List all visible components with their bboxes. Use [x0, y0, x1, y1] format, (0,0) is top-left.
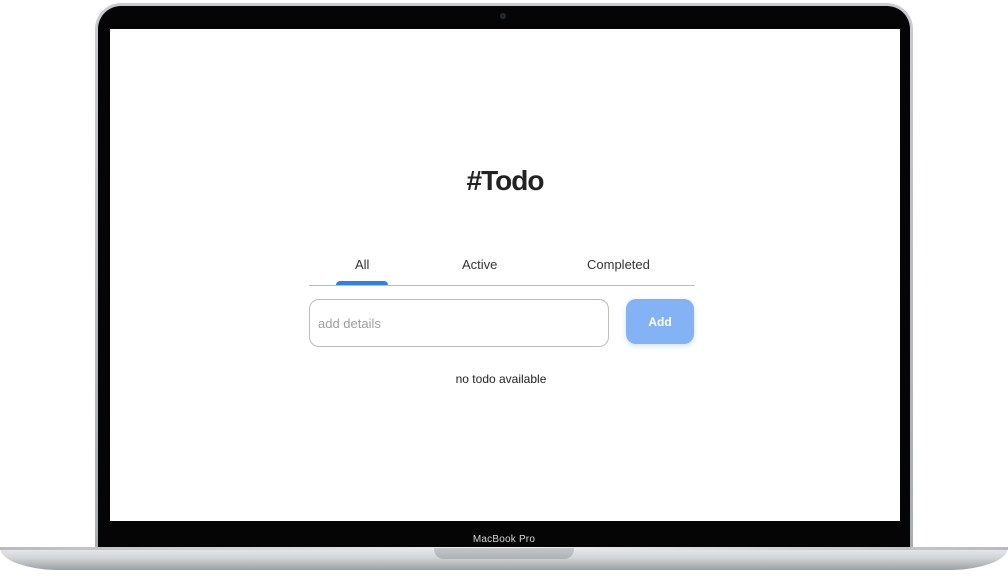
laptop-mockup: #Todo All Active Completed Add no todo a… — [0, 0, 1008, 581]
add-button[interactable]: Add — [626, 299, 694, 344]
device-model-label: MacBook Pro — [472, 534, 536, 545]
todo-details-input[interactable] — [309, 299, 609, 347]
empty-state-message: no todo available — [455, 372, 547, 386]
filter-tabs: All Active Completed — [309, 251, 695, 286]
tab-active[interactable]: Active — [462, 257, 497, 272]
camera-icon — [500, 13, 506, 19]
page-title: #Todo — [466, 165, 545, 196]
selected-tab-indicator — [336, 281, 388, 285]
todo-app-window: #Todo All Active Completed Add no todo a… — [110, 29, 900, 521]
tab-all[interactable]: All — [355, 257, 369, 272]
laptop-notch — [434, 548, 574, 559]
tab-completed[interactable]: Completed — [587, 257, 650, 272]
